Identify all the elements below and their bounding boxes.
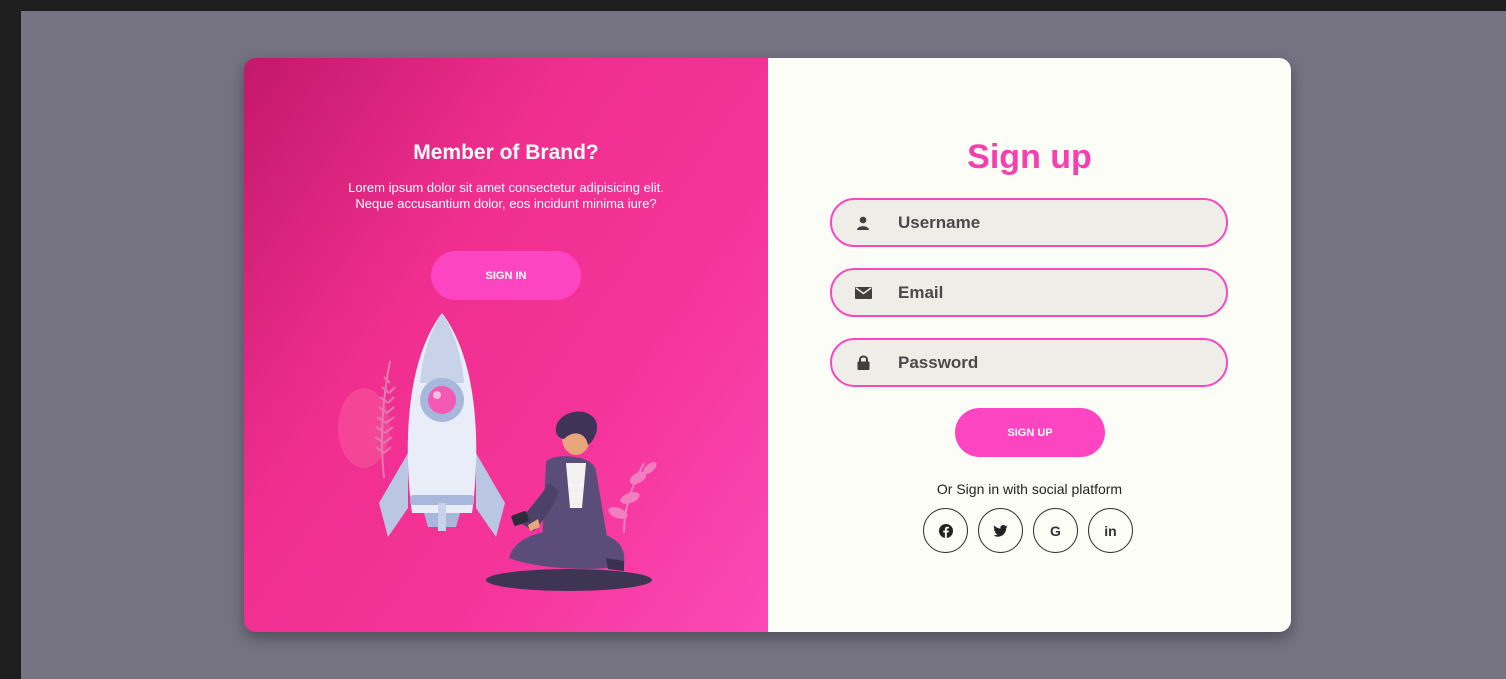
left-panel: Member of Brand? Lorem ipsum dolor sit a…	[244, 58, 768, 632]
sign-in-button[interactable]: SIGN IN	[431, 251, 581, 300]
facebook-button[interactable]	[923, 508, 968, 553]
sign-up-title: Sign up	[967, 138, 1092, 176]
username-input[interactable]	[894, 212, 1194, 233]
password-field[interactable]	[830, 338, 1228, 387]
left-panel-title: Member of Brand?	[413, 141, 599, 164]
sign-up-button[interactable]: SIGN UP	[955, 408, 1105, 457]
envelope-icon	[832, 286, 894, 299]
person-icon	[509, 411, 625, 571]
facebook-icon	[938, 523, 953, 538]
social-sign-in-text: Or Sign in with social platform	[936, 481, 1123, 497]
auth-card: Member of Brand? Lorem ipsum dolor sit a…	[244, 58, 1291, 632]
rocket-icon	[379, 313, 505, 537]
twitter-button[interactable]	[978, 508, 1023, 553]
right-panel: Sign up Username Email SIGN UP Or Sign i…	[768, 58, 1291, 632]
social-buttons: G in	[923, 508, 1133, 553]
left-panel-description: Lorem ipsum dolor sit amet consectetur a…	[348, 180, 664, 211]
plant-right-icon	[608, 462, 657, 534]
linkedin-button[interactable]: in	[1088, 508, 1133, 553]
password-input[interactable]	[894, 352, 1194, 373]
email-input[interactable]	[894, 282, 1194, 303]
page-backdrop: Member of Brand? Lorem ipsum dolor sit a…	[21, 11, 1506, 679]
rocket-illustration	[338, 313, 657, 591]
lock-icon	[832, 355, 894, 370]
google-button[interactable]: G	[1033, 508, 1078, 553]
email-field[interactable]	[830, 268, 1228, 317]
user-icon	[832, 216, 894, 230]
username-field[interactable]	[830, 198, 1228, 247]
twitter-icon	[993, 524, 1008, 537]
